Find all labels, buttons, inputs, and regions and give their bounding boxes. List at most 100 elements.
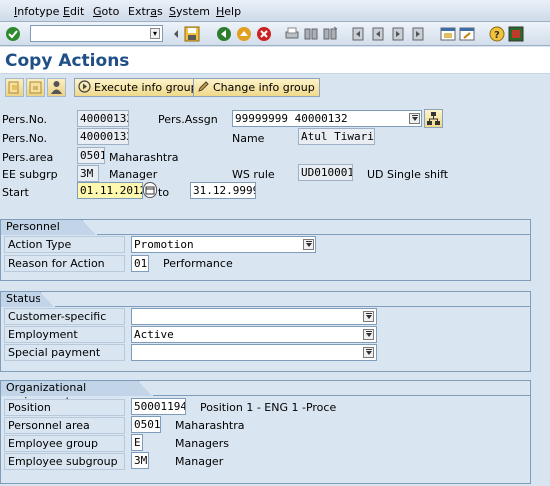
- first-page-icon[interactable]: [350, 26, 366, 42]
- help-icon[interactable]: ?: [489, 26, 505, 42]
- reason-for-action-label: Reason for Action: [4, 255, 125, 272]
- reason-code-field[interactable]: 01: [131, 255, 149, 272]
- pers-area-text: Maharashtra: [109, 151, 179, 164]
- menu-edit[interactable]: Edit: [63, 5, 84, 18]
- print-icon[interactable]: [284, 26, 300, 42]
- organizational-assignment-group: Organizational assignment Position 50001…: [0, 380, 531, 484]
- customer-specific-label: Customer-specific: [4, 308, 125, 325]
- new-session-icon[interactable]: [440, 26, 456, 42]
- pers-assgn-dropdown[interactable]: [409, 113, 420, 124]
- paste-icon-button[interactable]: [26, 78, 45, 97]
- position-label: Position: [4, 399, 125, 416]
- status-divider: [55, 306, 530, 307]
- status-title: Status: [1, 292, 54, 307]
- name-field: Atul Tiwari: [298, 128, 375, 145]
- personnel-area-label: Personnel area: [4, 417, 125, 434]
- command-field[interactable]: ▾: [30, 25, 163, 42]
- menu-goto[interactable]: Goto: [93, 5, 119, 18]
- reason-text: Performance: [163, 257, 233, 270]
- action-type-value: Promotion: [134, 238, 194, 251]
- person-icon: [51, 81, 62, 94]
- position-code-field[interactable]: 50001194: [131, 398, 186, 415]
- person-icon-button[interactable]: [47, 78, 66, 97]
- status-group: Status Customer-specific Employment Acti…: [0, 291, 531, 372]
- change-info-group-label: Change info group: [213, 81, 315, 94]
- personnel-area-text: Maharashtra: [175, 419, 245, 432]
- employee-subgroup-code-field[interactable]: 3M: [131, 452, 149, 469]
- customer-specific-field[interactable]: [131, 308, 377, 325]
- menu-edit-mnemonic: E: [63, 5, 70, 18]
- customize-layout-icon[interactable]: [508, 26, 524, 42]
- menu-system-mnemonic: S: [169, 5, 176, 18]
- special-payment-dropdown[interactable]: [363, 347, 374, 358]
- paste-icon: [29, 81, 42, 94]
- menu-bar: Infotype Edit Goto Extras System Help: [0, 0, 550, 22]
- pers-assgn-value: 99999999 40000132: [235, 112, 348, 125]
- action-type-dropdown[interactable]: [303, 239, 314, 250]
- menu-infotype-label: nfotype: [17, 5, 60, 18]
- employee-group-code-field[interactable]: E: [131, 434, 143, 451]
- ee-subgrp-code: 3M: [77, 165, 99, 182]
- menu-infotype[interactable]: Infotype: [14, 5, 59, 18]
- execute-info-group-button[interactable]: Execute info group: [74, 78, 203, 97]
- enter-icon[interactable]: [5, 26, 21, 42]
- name-label: Name: [232, 132, 265, 145]
- command-field-dropdown[interactable]: ▾: [150, 28, 160, 39]
- menu-help[interactable]: Help: [216, 5, 241, 18]
- save-icon[interactable]: [184, 26, 200, 42]
- personnel-action-divider: [97, 234, 530, 235]
- employment-dropdown[interactable]: [363, 329, 374, 340]
- menu-goto-mnemonic: G: [93, 5, 102, 18]
- calendar-help-button[interactable]: [143, 182, 157, 198]
- end-date-field[interactable]: 31.12.9999: [190, 182, 256, 199]
- prev-page-icon[interactable]: [370, 26, 386, 42]
- menu-help-label: elp: [224, 5, 242, 18]
- org-structure-icon: [427, 112, 440, 125]
- menu-extras[interactable]: Extras: [128, 5, 163, 18]
- ee-subgrp-label: EE subgrp: [2, 168, 58, 181]
- customer-specific-dropdown[interactable]: [363, 311, 374, 322]
- exit-icon[interactable]: [236, 26, 252, 42]
- ee-subgrp-text: Manager: [109, 168, 158, 181]
- pers-area-code: 0501: [77, 147, 105, 164]
- menu-system[interactable]: System: [169, 5, 210, 18]
- start-label: Start: [2, 186, 29, 199]
- employment-value: Active: [134, 328, 174, 341]
- change-info-group-button[interactable]: Change info group: [193, 78, 320, 97]
- personnel-area-code-field[interactable]: 0501: [131, 416, 161, 433]
- employee-subgroup-label: Employee subgroup: [4, 453, 125, 470]
- pers-area-label: Pers.area: [2, 151, 54, 164]
- copy-icon-button[interactable]: [5, 78, 24, 97]
- find-icon[interactable]: [303, 26, 319, 42]
- find-next-icon[interactable]: [322, 26, 338, 42]
- employee-subgroup-code-value: 3M: [134, 454, 148, 467]
- organizational-assignment-title: Organizational assignment: [1, 381, 152, 408]
- action-type-field[interactable]: Promotion: [131, 236, 316, 253]
- title-bar: Copy Actions: [0, 47, 550, 74]
- execute-info-group-label: Execute info group: [94, 81, 198, 94]
- collapse-arrow-icon[interactable]: [172, 26, 180, 42]
- menu-extras-label-a: Extr: [128, 5, 151, 18]
- pers-assgn-overview-button[interactable]: [424, 109, 443, 128]
- application-toolbar: Execute info group Change info group: [0, 75, 550, 100]
- menu-extras-label-b: s: [157, 5, 163, 18]
- last-page-icon[interactable]: [410, 26, 426, 42]
- menu-goto-label: oto: [101, 5, 120, 18]
- menu-edit-label: dit: [69, 5, 85, 18]
- employment-field[interactable]: Active: [131, 326, 377, 343]
- next-page-icon[interactable]: [390, 26, 406, 42]
- shortcut-icon[interactable]: [459, 26, 475, 42]
- special-payment-label: Special payment: [4, 344, 125, 361]
- copy-icon: [8, 81, 19, 94]
- special-payment-field[interactable]: [131, 344, 377, 361]
- calendar-icon: [145, 186, 155, 195]
- cancel-icon[interactable]: [256, 26, 272, 42]
- pers-no-field: 40000132: [77, 110, 129, 127]
- pers-assgn-label: Pers.Assgn: [158, 113, 218, 126]
- personnel-action-group: Personnel action Action Type Promotion R…: [0, 219, 531, 281]
- back-icon[interactable]: [216, 26, 232, 42]
- employee-group-text: Managers: [175, 437, 229, 450]
- pers-assgn-field[interactable]: 99999999 40000132: [232, 110, 422, 127]
- start-date-field[interactable]: 01.11.2012: [77, 182, 143, 199]
- action-type-label: Action Type: [4, 236, 125, 253]
